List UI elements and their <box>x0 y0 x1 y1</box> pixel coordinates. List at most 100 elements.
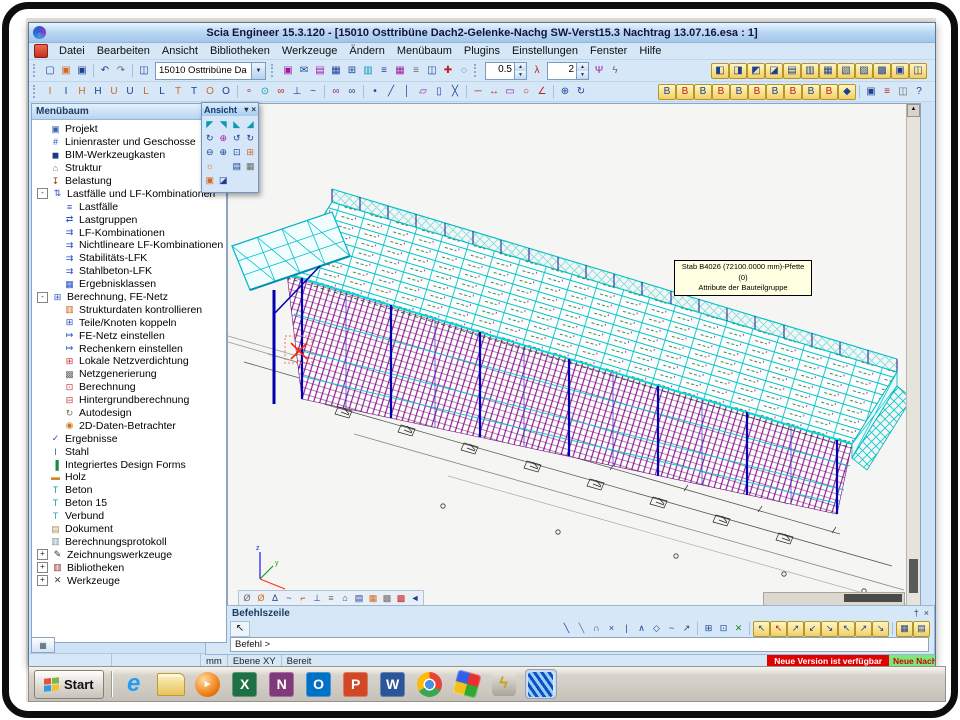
scroll-up-arrow[interactable]: ▲ <box>907 104 920 117</box>
print-preview-icon[interactable]: ◫ <box>424 63 440 78</box>
horizontal-scrollbar-thumb[interactable] <box>844 594 902 602</box>
diagram-icon[interactable]: ~ <box>282 592 296 604</box>
view-help-icon[interactable]: ? <box>911 84 927 99</box>
support-fixed-icon[interactable]: ⊥ <box>289 84 305 99</box>
beam-label-3-icon[interactable]: B <box>694 84 712 100</box>
zoom-out-icon[interactable]: ⊖ <box>203 145 217 159</box>
options-icon[interactable]: ◌ <box>456 63 472 78</box>
model-viewport[interactable]: z y x Stab B4026 (72100.0000 mm)-Pfette … <box>227 103 921 608</box>
cursor-node-icon[interactable]: ↖ <box>753 621 770 637</box>
redo-icon[interactable]: ↷ <box>113 63 129 78</box>
view-params-icon[interactable]: ◩ <box>747 63 765 79</box>
snap-peak-icon[interactable]: ∧ <box>634 622 649 636</box>
beam-label-11-icon[interactable]: ◆ <box>838 84 856 100</box>
rotate-view-icon[interactable]: ↻ <box>203 131 217 145</box>
expand-icon[interactable]: + <box>37 575 48 586</box>
tree-item-ergebnisklassen[interactable]: ▦Ergebnisklassen <box>35 278 226 291</box>
start-button[interactable]: Start <box>34 670 104 699</box>
clip-box-icon[interactable]: ▣ <box>203 173 217 187</box>
paper-space-icon[interactable]: ▦ <box>392 63 408 78</box>
winamp-taskbar-icon[interactable]: ϟ <box>489 670 519 698</box>
home-view-icon[interactable]: ⌂ <box>338 592 352 604</box>
cs-h-steel-icon[interactable]: H <box>74 84 90 99</box>
powerpoint-taskbar-icon[interactable]: P <box>341 670 371 698</box>
tree-item-dokument[interactable]: ▤Dokument <box>35 523 226 536</box>
save-icon[interactable]: ▣ <box>74 63 90 78</box>
tree-item-stabilitäts-lfk[interactable]: ⇉Stabilitäts-LFK <box>35 252 226 265</box>
cs-u-user-icon[interactable]: U <box>122 84 138 99</box>
tree-item-bim-werkzeugkasten[interactable]: ◼BIM-Werkzeugkasten <box>35 149 226 162</box>
light-toggle-icon[interactable]: ☼ <box>203 159 217 173</box>
cursor-mid-icon[interactable]: ↖ <box>770 621 787 637</box>
snap-mid-icon[interactable]: ◇ <box>649 622 664 636</box>
tree-item-nichtlineare-lf-kombinationen[interactable]: ⇉Nichtlineare LF-Kombinationen <box>35 239 226 252</box>
dimension-line-icon[interactable]: ↔ <box>486 84 502 99</box>
snap-free-icon[interactable]: ╲ <box>559 622 574 636</box>
cs-l-user-icon[interactable]: L <box>154 84 170 99</box>
tree-item-fe-netz-einstellen[interactable]: ↦FE-Netz einstellen <box>35 329 226 342</box>
collapse-strip-icon[interactable]: ◄ <box>408 592 422 604</box>
ansicht-palette-header[interactable]: Ansicht ▾ × <box>202 103 258 116</box>
clipboard-icon[interactable]: ⊞ <box>344 63 360 78</box>
result-display-icon[interactable]: ▣ <box>891 63 909 79</box>
new-document-icon[interactable]: ▢ <box>42 63 58 78</box>
snap-table-icon[interactable]: ▦ <box>896 621 913 637</box>
cursor-tangent-icon[interactable]: ↘ <box>821 621 838 637</box>
tree-item-berechnung-fe-netz[interactable]: -⊞Berechnung, FE-Netz <box>35 291 226 304</box>
beam-labels-icon[interactable]: ◪ <box>765 63 783 79</box>
new-wall-icon[interactable]: ▯ <box>431 84 447 99</box>
save-view-icon[interactable]: ▣ <box>863 84 879 99</box>
beam-label-1-icon[interactable]: B <box>658 84 676 100</box>
tree-item-stahl[interactable]: IStahl <box>35 445 226 458</box>
tree-item-integriertes-design-forms[interactable]: ▐Integriertes Design Forms <box>35 458 226 471</box>
menu-ändern[interactable]: Ändern <box>343 44 390 58</box>
vertical-scrollbar-thumb[interactable] <box>909 559 918 593</box>
tree-item-lokale-netzverdichtung[interactable]: ⊞Lokale Netzverdichtung <box>35 355 226 368</box>
tree-item-zeichnungswerkzeuge[interactable]: +✎Zeichnungswerkzeuge <box>35 548 226 561</box>
beam-label-6-icon[interactable]: B <box>748 84 766 100</box>
snap-arc-icon[interactable]: ∩ <box>589 622 604 636</box>
new-node-icon[interactable]: • <box>367 84 383 99</box>
calculator-icon[interactable]: ✚ <box>440 63 456 78</box>
factor-spinner[interactable]: 2 ▲▼ <box>547 62 589 80</box>
load-scale-icon[interactable]: λ <box>529 63 545 78</box>
cursor-grid-icon[interactable]: ↘ <box>872 621 889 637</box>
cs-o-steel-icon[interactable]: O <box>202 84 218 99</box>
zoom-window-icon[interactable]: ⊡ <box>230 145 244 159</box>
photo-render-icon[interactable]: ▤ <box>230 159 244 173</box>
render-mode-icon[interactable]: ϟ <box>607 63 623 78</box>
layer-settings-icon[interactable]: ◧ <box>711 63 729 79</box>
display-axes-icon[interactable]: Ψ <box>591 63 607 78</box>
activity-icon[interactable]: ◨ <box>729 63 747 79</box>
project-combobox[interactable]: 15010 Osttribüne Da ▼ <box>155 62 266 80</box>
snap-curve-icon[interactable]: ~ <box>664 622 679 636</box>
beam-label-10-icon[interactable]: B <box>820 84 838 100</box>
cs-t-user-icon[interactable]: T <box>186 84 202 99</box>
cursor-intersect-icon[interactable]: ↗ <box>787 621 804 637</box>
view-folder-icon[interactable]: ▦ <box>366 592 380 604</box>
cs-u-steel-icon[interactable]: U <box>106 84 122 99</box>
mesh-refine-icon[interactable]: ▩ <box>394 592 408 604</box>
tree-item-projekt[interactable]: ▣Projekt <box>35 123 226 136</box>
toolbar-grip[interactable] <box>33 85 38 98</box>
word-taskbar-icon[interactable]: W <box>378 670 408 698</box>
tree-item-werkzeuge[interactable]: +✕Werkzeuge <box>35 574 226 587</box>
image-icon[interactable]: ▥ <box>360 63 376 78</box>
tree-item-ergebnisse[interactable]: ✓Ergebnisse <box>35 432 226 445</box>
tree-item-lastgruppen[interactable]: ⇄Lastgruppen <box>35 213 226 226</box>
scale-spinner[interactable]: 0.5 ▲▼ <box>485 62 527 80</box>
file-explorer-taskbar-icon[interactable] <box>156 670 186 698</box>
scia-menu-icon[interactable] <box>34 44 48 58</box>
cross-link-2-icon[interactable]: ∞ <box>344 84 360 99</box>
beam-label-4-icon[interactable]: B <box>712 84 730 100</box>
hinge-both-icon[interactable]: ∞ <box>273 84 289 99</box>
close-icon[interactable]: × <box>924 608 929 618</box>
hinge-begin-icon[interactable]: ∘ <box>241 84 257 99</box>
menubaum-header[interactable]: Menübaum <box>32 104 226 120</box>
cs-display-icon[interactable]: ▧ <box>837 63 855 79</box>
beam-label-5-icon[interactable]: B <box>730 84 748 100</box>
toolbar-grip[interactable] <box>271 64 276 77</box>
tree-item-lf-kombinationen[interactable]: ⇉LF-Kombinationen <box>35 226 226 239</box>
cross-link-1-icon[interactable]: ∞ <box>328 84 344 99</box>
tree-item-linienraster-und-geschosse[interactable]: #Linienraster und Geschosse <box>35 136 226 149</box>
